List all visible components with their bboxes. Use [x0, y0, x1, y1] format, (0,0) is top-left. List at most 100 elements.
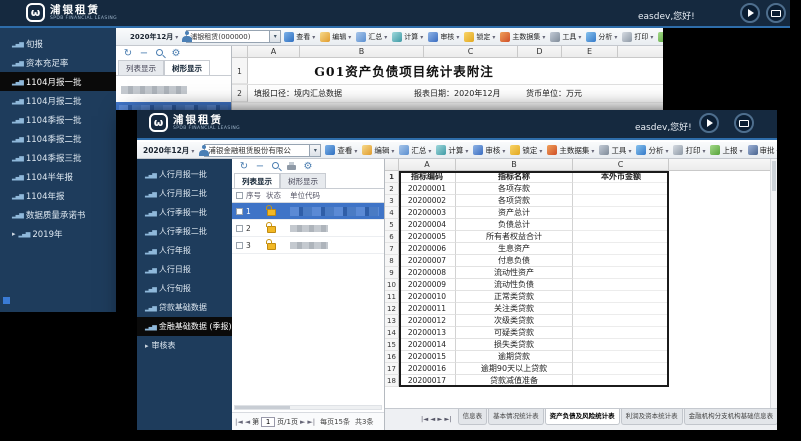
toolbar-menu[interactable]: 编辑 [319, 32, 352, 42]
sheet-tab-nav[interactable]: |◄ ◄ ► ►| [421, 409, 452, 429]
sheet-tab[interactable]: 利润及资本统计表 [621, 409, 683, 425]
indicator-name-cell[interactable]: 所有者权益合计 [456, 231, 573, 243]
next-page-button[interactable]: ► [300, 418, 305, 426]
amount-cell[interactable] [573, 243, 669, 255]
sidebar-item[interactable]: 人行季报二批 [137, 222, 232, 241]
panel-tool-icon[interactable] [138, 48, 150, 60]
sidebar-item[interactable]: 1104月报一批 [0, 72, 116, 91]
org-tree-row[interactable] [121, 79, 226, 98]
indicator-code-cell[interactable]: 20200009 [399, 279, 456, 291]
toolbar-menu[interactable]: 汇总 [355, 32, 388, 42]
indicator-name-cell[interactable]: 付息负债 [456, 255, 573, 267]
amount-cell[interactable] [573, 327, 669, 339]
indicator-name-cell[interactable]: 损失类贷款 [456, 339, 573, 351]
sidebar-item[interactable]: 1104月报二批 [0, 91, 116, 110]
amount-cell[interactable] [573, 195, 669, 207]
report-unit[interactable]: 货币单位：万元 [526, 88, 582, 99]
amount-cell[interactable] [573, 207, 669, 219]
indicator-name-cell[interactable]: 流动性资产 [456, 267, 573, 279]
toolbar-menu[interactable]: 查看 [283, 32, 316, 42]
panel-tool-icon[interactable] [302, 161, 314, 173]
toolbar-menu[interactable]: 分析 [635, 145, 669, 156]
indicator-code-cell[interactable]: 20200004 [399, 219, 456, 231]
header-cell-amount[interactable]: 本外币金额 [573, 171, 669, 183]
indicator-code-cell[interactable]: 20200007 [399, 255, 456, 267]
select-all-checkbox[interactable] [236, 192, 243, 199]
panel-tool-icon[interactable] [270, 161, 282, 173]
panel-tool-icon[interactable] [254, 161, 266, 173]
org-list-row[interactable]: 3 [232, 237, 384, 254]
sheet-tab[interactable]: 基本情况统计表 [488, 409, 544, 425]
indicator-name-cell[interactable]: 生息资产 [456, 243, 573, 255]
amount-cell[interactable] [573, 231, 669, 243]
sidebar-item[interactable]: 人行季报一批 [137, 203, 232, 222]
panel-tool-icon[interactable] [170, 48, 182, 60]
amount-cell[interactable] [573, 363, 669, 375]
toolbar-menu[interactable]: 锁定 [509, 145, 543, 156]
indicator-name-cell[interactable]: 逾期90天以上贷款 [456, 363, 573, 375]
indicator-code-cell[interactable]: 20200012 [399, 315, 456, 327]
column-header[interactable]: A [248, 46, 300, 58]
report-title[interactable]: G01资产负债项目统计表附注 [274, 58, 534, 84]
amount-cell[interactable] [573, 219, 669, 231]
indicator-code-cell[interactable]: 20200003 [399, 207, 456, 219]
period-selector[interactable]: 2020年12月 [143, 145, 194, 156]
column-header[interactable]: C [424, 46, 518, 58]
indicator-code-cell[interactable]: 20200005 [399, 231, 456, 243]
indicator-code-cell[interactable]: 20200013 [399, 327, 456, 339]
indicator-code-cell[interactable]: 20200002 [399, 195, 456, 207]
toolbar-menu[interactable]: 计算 [435, 145, 469, 156]
sidebar-item[interactable]: 金融基础数据 (季报) [137, 317, 232, 336]
panel-tool-icon[interactable] [122, 48, 134, 60]
panel-tab[interactable]: 树形显示 [280, 173, 326, 188]
monitor-button[interactable] [734, 113, 754, 133]
panel-tool-icon[interactable] [286, 161, 298, 173]
sidebar-item[interactable]: 人行旬报 [137, 279, 232, 298]
sheet-tab[interactable]: 信息表 [458, 409, 488, 425]
panel-tool-icon[interactable] [238, 161, 250, 173]
panel-tab[interactable]: 列表显示 [118, 60, 164, 75]
panel-tab[interactable]: 树形显示 [164, 60, 210, 75]
indicator-code-cell[interactable]: 20200014 [399, 339, 456, 351]
toolbar-menu[interactable]: 工具 [598, 145, 632, 156]
sidebar-item[interactable]: 1104季报一批 [0, 110, 116, 129]
row-checkbox[interactable] [236, 225, 243, 232]
sheet-tab[interactable]: 资产负债及风险统计表 [545, 409, 620, 425]
sidebar-item[interactable]: 1104半年报 [0, 167, 116, 186]
header-cell-name[interactable]: 指标名称 [456, 171, 573, 183]
toolbar-menu[interactable]: 编辑 [361, 145, 395, 156]
amount-cell[interactable] [573, 303, 669, 315]
report-date[interactable]: 报表日期：2020年12月 [414, 88, 510, 99]
period-selector[interactable]: 2020年12月 [130, 32, 178, 42]
indicator-code-cell[interactable]: 20200001 [399, 183, 456, 195]
column-header[interactable]: D [518, 46, 562, 58]
panel-tool-icon[interactable] [154, 48, 166, 60]
sidebar-item[interactable]: 1104季报三批 [0, 148, 116, 167]
indicator-name-cell[interactable]: 次级类贷款 [456, 315, 573, 327]
indicator-name-cell[interactable]: 贷款减值准备 [456, 375, 573, 387]
indicator-name-cell[interactable]: 各项贷款 [456, 195, 573, 207]
amount-cell[interactable] [573, 279, 669, 291]
indicator-name-cell[interactable]: 各项存款 [456, 183, 573, 195]
sidebar-item[interactable]: 资本充足率 [0, 53, 116, 72]
org-tree-row[interactable] [116, 102, 231, 110]
toolbar-menu[interactable]: 上报 [657, 32, 663, 42]
page-input[interactable] [261, 417, 275, 427]
indicator-name-cell[interactable]: 资产总计 [456, 207, 573, 219]
toolbar-menu[interactable]: 计算 [391, 32, 424, 42]
org-list-row[interactable]: 1 [232, 203, 384, 220]
sidebar-item[interactable]: 数据质量承诺书 [0, 205, 116, 224]
sheet-tab[interactable]: 金融机构分支机构基础信息表 [684, 409, 777, 425]
indicator-code-cell[interactable]: 20200006 [399, 243, 456, 255]
indicator-code-cell[interactable]: 20200017 [399, 375, 456, 387]
indicator-code-cell[interactable]: 20200011 [399, 303, 456, 315]
toolbar-menu[interactable]: 工具 [549, 32, 582, 42]
indicator-name-cell[interactable]: 正常类贷款 [456, 291, 573, 303]
column-header[interactable]: B [300, 46, 424, 58]
sidebar-item[interactable]: 审核表 [137, 336, 232, 355]
sidebar-item[interactable]: 1104年报 [0, 186, 116, 205]
column-header[interactable]: E [562, 46, 618, 58]
vertical-scrollbar[interactable] [770, 159, 777, 408]
sidebar-item[interactable]: 人行月报一批 [137, 165, 232, 184]
toolbar-menu[interactable]: 审批 [747, 145, 778, 156]
